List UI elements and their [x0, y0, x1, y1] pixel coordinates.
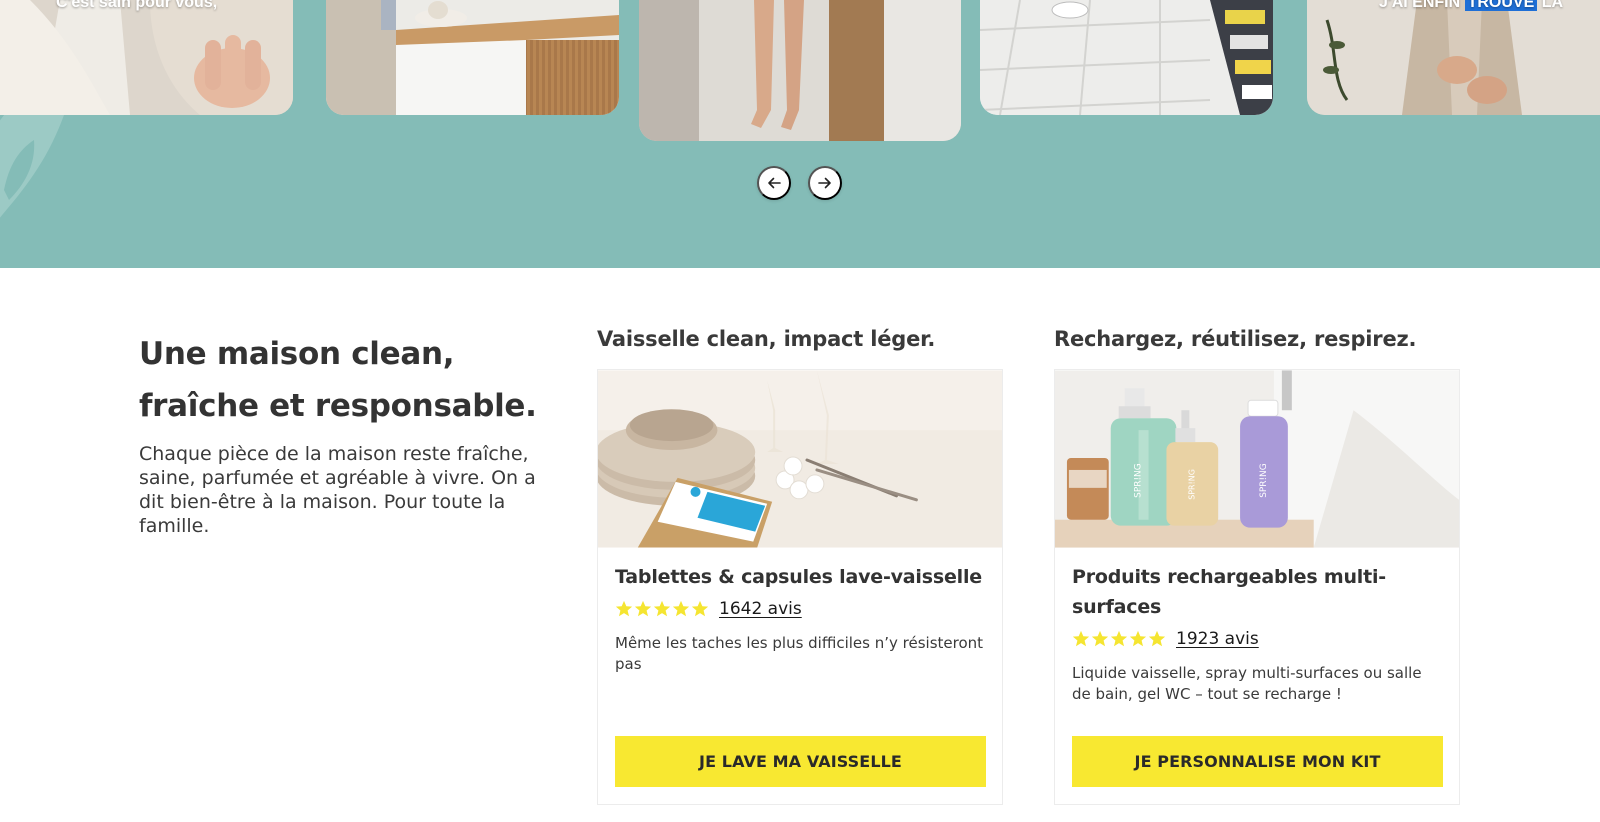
bottle-label: SPR!NG	[1134, 463, 1144, 498]
intro-block: Une maison clean, fraîche et responsable…	[139, 328, 559, 538]
product-description: Liquide vaisselle, spray multi-surfaces …	[1072, 664, 1422, 703]
star-icon	[615, 600, 633, 617]
card-body: Tablettes & capsules lave-vaisselle 1642…	[615, 562, 987, 675]
star-rating	[1072, 630, 1166, 648]
slide-5-caption-start: J'AI ENFIN	[1379, 0, 1465, 11]
slide-5-caption: J'AI ENFIN TROUVÉ LA	[1379, 0, 1563, 12]
section-heading-line-2: fraîche et responsable.	[139, 388, 537, 424]
star-icon	[1129, 630, 1147, 647]
refill-product-image[interactable]: SPR!NG SPR!NG SPR!NG	[1055, 370, 1459, 548]
star-icon	[691, 600, 709, 617]
star-rating	[615, 600, 709, 618]
reviews-link[interactable]: 1923 avis	[1176, 629, 1259, 649]
section-description: Chaque pièce de la maison reste fraîche,…	[139, 443, 536, 537]
section-heading-line-1: Une maison clean,	[139, 336, 455, 372]
star-icon	[634, 600, 652, 617]
arrow-left-icon	[768, 177, 781, 189]
product-card-dishwasher: Tablettes & capsules lave-vaisselle 1642…	[597, 369, 1003, 805]
star-icon	[672, 600, 690, 617]
carousel-slide-2[interactable]	[326, 0, 619, 115]
refill-kit-cta-button[interactable]: JE PERSONNALISE MON KIT	[1072, 736, 1443, 787]
slide-1-caption: C'est sain pour vous,	[56, 0, 218, 11]
arrow-right-icon	[818, 177, 831, 189]
carousel-slide-5[interactable]: J'AI ENFIN TROUVÉ LA	[1307, 0, 1600, 115]
section-heading: Une maison clean, fraîche et responsable…	[139, 328, 559, 432]
video-carousel: C'est sain pour vous, J'AI ENFIN TROUVÉ …	[0, 0, 1600, 268]
slide-2-image	[326, 0, 619, 115]
slide-4-image	[980, 0, 1273, 115]
reviews-link[interactable]: 1642 avis	[719, 599, 802, 619]
carousel-next-button[interactable]	[808, 166, 842, 200]
carousel-slide-4[interactable]	[980, 0, 1273, 115]
card-body: Produits rechargeables multi-surfaces 19…	[1072, 562, 1444, 705]
slide-1-image	[0, 0, 293, 115]
rating-row: 1642 avis	[615, 597, 987, 621]
product-card-refill: SPR!NG SPR!NG SPR!NG Produits rechargeab…	[1054, 369, 1460, 805]
star-icon	[1148, 630, 1166, 647]
bottle-label: SPR!NG	[1187, 469, 1196, 500]
product-description: Même les taches les plus difficiles n’y …	[615, 634, 984, 673]
carousel-slide-1[interactable]: C'est sain pour vous,	[0, 0, 293, 115]
rating-row: 1923 avis	[1072, 627, 1444, 651]
column-title-refill: Rechargez, réutilisez, respirez.	[1054, 327, 1417, 351]
star-icon	[1110, 630, 1128, 647]
star-icon	[653, 600, 671, 617]
slide-5-caption-end: LA	[1537, 0, 1564, 11]
slide-3-image	[639, 0, 961, 141]
dishwasher-cta-button[interactable]: JE LAVE MA VAISSELLE	[615, 736, 986, 787]
product-title: Produits rechargeables multi-surfaces	[1072, 566, 1386, 618]
bottle-label: SPR!NG	[1259, 463, 1269, 498]
column-title-dishwasher: Vaisselle clean, impact léger.	[597, 327, 936, 351]
carousel-slide-3-active[interactable]	[639, 0, 961, 141]
slide-5-caption-highlight: TROUVÉ	[1464, 0, 1538, 11]
star-icon	[1072, 630, 1090, 647]
dishwasher-product-image[interactable]	[598, 370, 1002, 548]
carousel-prev-button[interactable]	[757, 166, 791, 200]
slide-5-image	[1307, 0, 1600, 115]
star-icon	[1091, 630, 1109, 647]
product-title: Tablettes & capsules lave-vaisselle	[615, 566, 982, 588]
